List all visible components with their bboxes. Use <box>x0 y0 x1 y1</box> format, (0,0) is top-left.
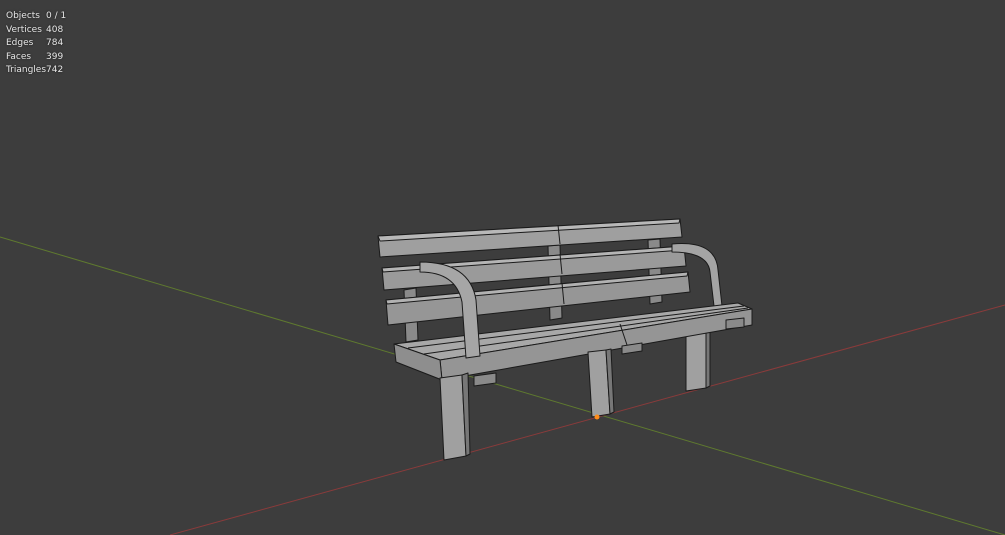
statistics-overlay: Objects 0 / 1 Vertices 408 Edges 784 Fac… <box>6 10 66 78</box>
leg-back-right-side <box>705 329 711 389</box>
stats-row-edges: Edges 784 <box>6 37 66 51</box>
3d-viewport[interactable]: Objects 0 / 1 Vertices 408 Edges 784 Fac… <box>0 0 1005 535</box>
stats-row-triangles: Triangles 742 <box>6 64 66 78</box>
stats-value: 0 / 1 <box>46 11 67 21</box>
stats-row-faces: Faces 399 <box>6 51 66 65</box>
scene-canvas[interactable] <box>0 0 1005 535</box>
leg-back-right <box>685 331 707 392</box>
origin-dot-icon[interactable] <box>594 414 600 420</box>
stats-value: 784 <box>46 38 64 48</box>
seat-block-left <box>473 372 497 387</box>
leg-front-left <box>439 374 467 461</box>
y-axis-line <box>0 236 1005 535</box>
stats-label: Triangles <box>6 65 47 75</box>
stats-label: Vertices <box>6 24 42 35</box>
stats-row-vertices: Vertices 408 <box>6 24 66 38</box>
stats-value: 399 <box>46 51 64 62</box>
stats-label: Faces <box>6 51 32 62</box>
stats-value: 742 <box>46 65 64 75</box>
stats-label: Objects <box>6 11 41 21</box>
seat-block-right <box>725 317 745 330</box>
bench-mesh[interactable] <box>377 218 753 461</box>
stats-value: 408 <box>46 24 64 35</box>
stats-row-objects: Objects 0 / 1 <box>6 10 66 24</box>
stats-label: Edges <box>6 38 34 48</box>
